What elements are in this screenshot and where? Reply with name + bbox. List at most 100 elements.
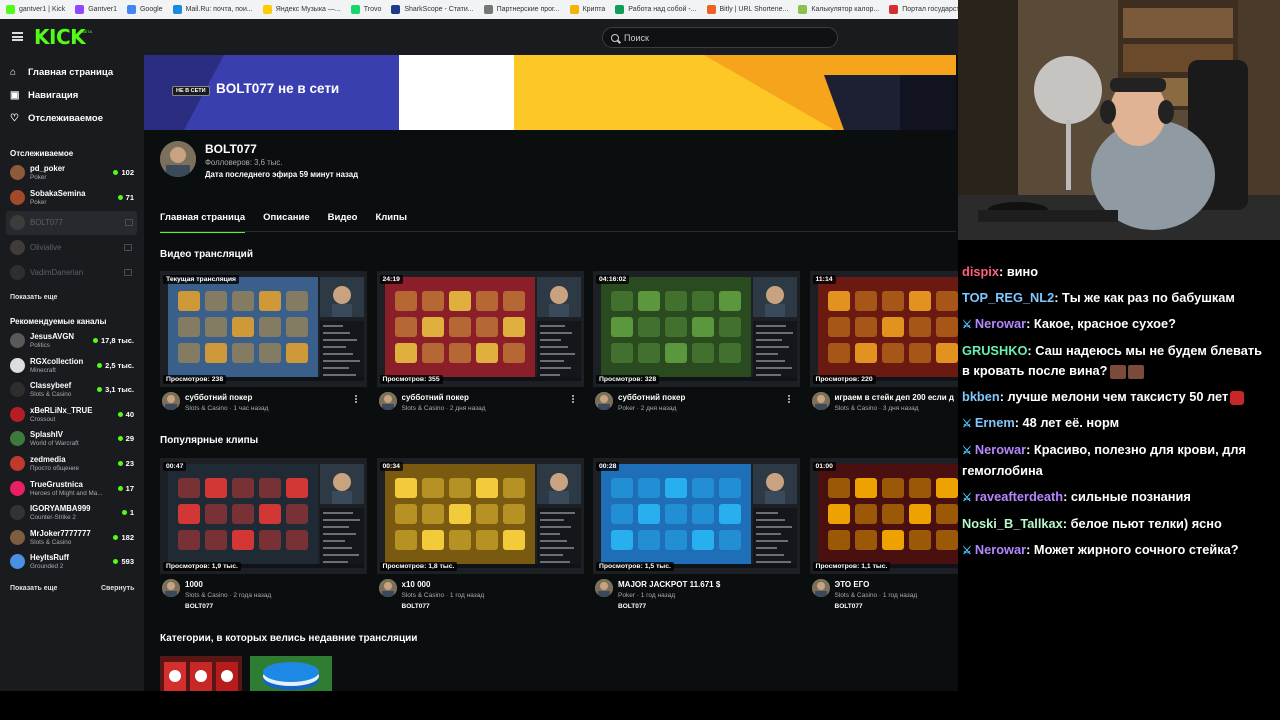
chat-username[interactable]: Nerowar bbox=[975, 316, 1026, 331]
bookmark-item[interactable]: Mail.Ru: почта, пои... bbox=[172, 5, 253, 14]
bookmark-item[interactable]: Trovo bbox=[350, 5, 381, 14]
clip-card[interactable]: 00:34 Просмотров: 1,8 тыс. x10 000 Slots & … bbox=[376, 458, 584, 610]
sidebar-channel[interactable]: SobakaSemina Poker 71 bbox=[10, 186, 136, 210]
thumbnail[interactable]: 24:19 Просмотров: 355 bbox=[376, 271, 584, 387]
video-card[interactable]: 11:14 Просмотров: 220 играем в стейк деп 2… bbox=[809, 271, 958, 412]
show-more-recommended-button[interactable]: Показать еще bbox=[10, 585, 57, 592]
card-channel-avatar[interactable] bbox=[162, 392, 180, 410]
bookmark-item[interactable]: Крипта bbox=[569, 5, 605, 14]
chat-message: bkben: лучше мелони чем таксисту 50 лет bbox=[962, 387, 1268, 407]
chat-username[interactable]: GRUSHKO bbox=[962, 343, 1027, 358]
thumbnail[interactable]: 00:34 Просмотров: 1,8 тыс. bbox=[376, 458, 584, 574]
thumbnail[interactable]: 11:14 Просмотров: 220 bbox=[809, 271, 958, 387]
sidebar-channel[interactable]: VadimDanerian bbox=[10, 261, 136, 285]
bookmark-item[interactable]: SharkScope - Стати... bbox=[391, 5, 474, 14]
card-title[interactable]: субботний покер bbox=[402, 393, 572, 402]
clip-card[interactable]: 01:00 Просмотров: 1,1 тыс. ЭТО ЕГО Slots & … bbox=[809, 458, 958, 610]
channel-tab[interactable]: Описание bbox=[263, 212, 310, 233]
search-input[interactable] bbox=[624, 32, 824, 43]
chat-username[interactable]: bkben bbox=[962, 389, 1000, 404]
more-options-icon[interactable] bbox=[355, 395, 357, 403]
channel-tab[interactable]: Клипы bbox=[375, 212, 407, 233]
thumbnail[interactable]: 04:16:02 Просмотров: 328 bbox=[593, 271, 800, 387]
sidebar-channel[interactable]: SplashIV World of Warcraft 29 bbox=[10, 427, 136, 451]
thumbnail[interactable]: 01:00 Просмотров: 1,1 тыс. bbox=[809, 458, 958, 574]
chat-username[interactable]: dispix bbox=[962, 264, 999, 279]
sidebar-nav-item[interactable]: ⌂ Главная страница bbox=[10, 67, 113, 78]
card-channel-avatar[interactable] bbox=[162, 579, 180, 597]
sidebar-channel[interactable]: HeyItsRuff Grounded 2 593 bbox=[10, 550, 136, 574]
card-title[interactable]: 1000 bbox=[185, 580, 355, 589]
card-title[interactable]: играем в стейк деп 200 если д bbox=[835, 393, 959, 402]
show-more-following-button[interactable]: Показать еще bbox=[10, 294, 57, 301]
bookmark-item[interactable]: Калькулятор калор... bbox=[798, 5, 879, 14]
clip-card[interactable]: 00:28 Просмотров: 1,5 тыс. MAJOR JACKPOT 1… bbox=[593, 458, 800, 610]
collapse-button[interactable]: Свернуть bbox=[101, 585, 134, 592]
category-card[interactable] bbox=[250, 656, 332, 691]
channel-category: Slots & Casino bbox=[30, 538, 72, 546]
sword-badge-icon: ⚔ bbox=[962, 418, 972, 430]
sidebar-nav-item[interactable]: ▣ Навигация bbox=[10, 90, 78, 101]
video-card[interactable]: 24:19 Просмотров: 355 субботний покер Slots… bbox=[376, 271, 584, 412]
chat-username[interactable]: TOP_REG_NL2 bbox=[962, 290, 1054, 305]
sidebar-channel[interactable]: Olivialive bbox=[10, 236, 136, 260]
chat-username[interactable]: Nerowar bbox=[975, 542, 1026, 557]
channel-tab[interactable]: Видео bbox=[328, 212, 358, 233]
sidebar-channel[interactable]: IGORYAMBA999 Counter-Strike 2 1 bbox=[10, 501, 136, 525]
card-subtitle: Slots & Casino · 1 год назад bbox=[401, 592, 485, 599]
card-title[interactable]: ЭТО ЕГО bbox=[835, 580, 959, 589]
bookmark-item[interactable]: Партнерские прог... bbox=[483, 5, 560, 14]
card-channel-avatar[interactable] bbox=[378, 392, 397, 410]
bookmark-item[interactable]: Bitly | URL Shortene... bbox=[706, 5, 788, 14]
sidebar-channel[interactable]: pd_poker Poker 102 bbox=[10, 161, 136, 185]
sidebar-channel[interactable]: BOLT077 bbox=[6, 211, 137, 235]
kick-logo[interactable]: KICK bbox=[34, 27, 86, 47]
clip-card[interactable]: 00:47 Просмотров: 1,9 тыс. 1000 Slots & Cas… bbox=[160, 458, 367, 610]
card-channel-avatar[interactable] bbox=[595, 392, 613, 410]
video-card[interactable]: Текущая трансляция Просмотров: 238 субботн… bbox=[160, 271, 367, 412]
sidebar-channel[interactable]: MrJoker7777777 Slots & Casino 182 bbox=[10, 526, 136, 550]
card-channel-avatar[interactable] bbox=[811, 579, 830, 597]
bookmark-item[interactable]: Яндекс Музыка —... bbox=[262, 5, 341, 14]
bookmark-item[interactable]: gantver1 | Kick bbox=[6, 5, 65, 14]
card-title[interactable]: x10 000 bbox=[402, 580, 572, 589]
bookmark-item[interactable]: Google bbox=[126, 5, 163, 14]
chat-username[interactable]: Ernem bbox=[975, 415, 1015, 430]
card-channel-name[interactable]: BOLT077 bbox=[835, 603, 863, 610]
thumbnail[interactable]: 00:47 Просмотров: 1,9 тыс. bbox=[160, 458, 367, 574]
sidebar-nav-item[interactable]: ♡ Отслеживаемое bbox=[10, 113, 103, 124]
card-title[interactable]: MAJOR JACKPOT 11.671 $ bbox=[618, 580, 788, 589]
bookmark-item[interactable]: Портал государств... bbox=[889, 5, 958, 14]
card-channel-name[interactable]: BOLT077 bbox=[185, 603, 213, 610]
card-channel-name[interactable]: BOLT077 bbox=[618, 603, 646, 610]
sidebar-channel[interactable]: RGXcollection Minecraft 2,5 тыс. bbox=[10, 354, 136, 378]
more-options-icon[interactable] bbox=[571, 395, 574, 403]
card-channel-avatar[interactable] bbox=[378, 579, 397, 597]
sidebar-channel[interactable]: xBeRLiNx_TRUE Crossout 40 bbox=[10, 403, 136, 427]
bookmark-item[interactable]: Gantver1 bbox=[75, 5, 117, 14]
more-options-icon[interactable] bbox=[788, 395, 790, 403]
card-channel-avatar[interactable] bbox=[595, 579, 613, 597]
card-title[interactable]: субботний покер bbox=[185, 393, 355, 402]
card-title[interactable]: субботний покер bbox=[618, 393, 788, 402]
channel-tab[interactable]: Главная страница bbox=[160, 212, 246, 233]
hamburger-menu-icon[interactable] bbox=[12, 32, 23, 41]
sidebar-channel[interactable]: JesusAVGN Politics 17,8 тыс. bbox=[10, 329, 136, 353]
following-section-title: Отслеживаемое bbox=[10, 149, 74, 158]
kick-app: KICK BETA ⌂ Главная страница ▣ Навигация ♡ От… bbox=[0, 19, 958, 691]
sidebar-channel[interactable]: zedmedia Просто общение 23 bbox=[10, 452, 136, 476]
chat-username[interactable]: raveafterdeath bbox=[975, 489, 1063, 504]
chat-username[interactable]: Noski_B_Tallkax bbox=[962, 516, 1063, 531]
card-channel-avatar[interactable] bbox=[811, 392, 830, 410]
thumbnail[interactable]: 00:28 Просмотров: 1,5 тыс. bbox=[593, 458, 800, 574]
search-box[interactable] bbox=[602, 27, 838, 48]
sidebar-channel[interactable]: TrueGrustnica Heroes of Might and Ma... 17 bbox=[10, 477, 136, 501]
bookmark-item[interactable]: Работа над собой -... bbox=[615, 5, 697, 14]
thumbnail[interactable]: Текущая трансляция Просмотров: 238 bbox=[160, 271, 367, 387]
video-card[interactable]: 04:16:02 Просмотров: 328 субботний покер Po… bbox=[593, 271, 800, 412]
channel-avatar[interactable] bbox=[160, 141, 196, 177]
category-card[interactable] bbox=[160, 656, 242, 691]
chat-username[interactable]: Nerowar bbox=[975, 442, 1026, 457]
sidebar-channel[interactable]: Classybeef Slots & Casino 3,1 тыс. bbox=[10, 378, 136, 402]
card-channel-name[interactable]: BOLT077 bbox=[402, 603, 430, 610]
